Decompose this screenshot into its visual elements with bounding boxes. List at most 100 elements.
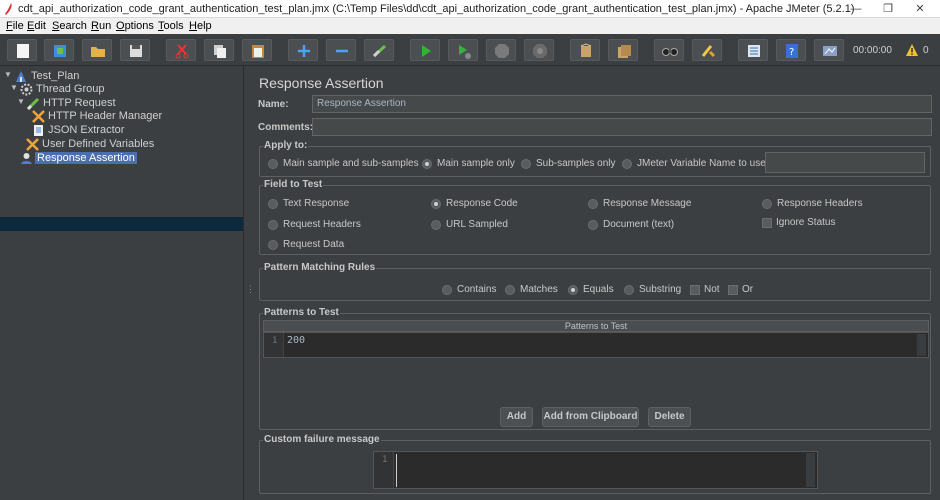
tree-toggle-icon[interactable]: ▼: [4, 70, 12, 79]
shutdown-button[interactable]: [524, 39, 554, 61]
text-caret: [396, 454, 397, 487]
menu-run[interactable]: Run: [91, 20, 111, 32]
stop-button[interactable]: [486, 39, 516, 61]
panel-title: Response Assertion: [259, 75, 384, 91]
start-button[interactable]: [410, 39, 440, 61]
tree-selection-highlight: [0, 217, 243, 231]
patterns-to-test-title: Patterns to Test: [263, 307, 340, 318]
window-titlebar: cdt_api_authorization_code_grant_authent…: [0, 0, 940, 18]
open-button[interactable]: [82, 39, 112, 61]
tree-toggle-icon[interactable]: ▼: [10, 83, 18, 92]
thread-group-icon: [20, 83, 33, 96]
save-button[interactable]: [120, 39, 150, 61]
line-number: 1: [382, 455, 388, 465]
expand-icon: [298, 45, 310, 57]
json-extractor-icon: [34, 125, 43, 136]
header-manager-icon: [32, 110, 45, 123]
test-plan-icon: [16, 71, 26, 82]
reset-search-icon: [701, 45, 716, 58]
cut-icon: [175, 44, 189, 59]
menu-options[interactable]: Options: [116, 20, 154, 32]
paste-icon: [252, 45, 264, 58]
close-icon[interactable]: ✕: [912, 1, 928, 17]
name-field[interactable]: Response Assertion: [312, 95, 932, 113]
svg-text:?: ?: [789, 47, 794, 58]
new-icon: [17, 44, 29, 58]
start-no-pauses-button[interactable]: [448, 39, 478, 61]
apply-to-group: Apply to: Main sample and sub-samples Ma…: [259, 140, 931, 177]
pattern-matching-group: Pattern Matching Rules Contains Matches …: [259, 262, 931, 301]
copy-button[interactable]: [204, 39, 234, 61]
search-icon: [662, 48, 678, 56]
templates-icon: [54, 45, 66, 57]
reset-search-button[interactable]: [692, 39, 722, 61]
apply-to-title: Apply to:: [263, 140, 309, 151]
field-to-test-group: Field to Test Text Response Response Cod…: [259, 179, 931, 255]
minimize-icon[interactable]: —: [848, 1, 864, 17]
toggle-button[interactable]: [364, 39, 394, 61]
start-icon: [422, 45, 431, 57]
expand-all-button[interactable]: [288, 39, 318, 61]
menu-file[interactable]: File: [6, 20, 24, 32]
help-button[interactable]: ?: [776, 39, 806, 61]
warning-count: 0: [923, 45, 929, 56]
delete-button[interactable]: Delete: [648, 407, 691, 427]
toggle-icon: [372, 44, 387, 58]
failure-message-editor[interactable]: 1: [373, 451, 818, 489]
copy-icon: [214, 45, 226, 58]
jmeter-variable-field[interactable]: [765, 152, 925, 173]
window-title: cdt_api_authorization_code_grant_authent…: [18, 3, 855, 15]
collapse-icon: [336, 49, 348, 53]
restore-icon[interactable]: ❐: [880, 1, 896, 17]
patterns-scrollbar[interactable]: [917, 334, 926, 356]
http-request-icon: [27, 97, 40, 110]
function-helper-button[interactable]: [738, 39, 768, 61]
failure-scrollbar[interactable]: [806, 453, 815, 487]
patterns-column-header[interactable]: Patterns to Test: [263, 320, 929, 332]
assertion-icon: [21, 153, 32, 164]
name-label: Name:: [258, 99, 289, 110]
menu-help[interactable]: Help: [189, 20, 212, 32]
menu-tools[interactable]: Tools: [158, 20, 184, 32]
pattern-matching-title: Pattern Matching Rules: [263, 262, 377, 273]
function-helper-icon: [748, 45, 760, 57]
add-button[interactable]: Add: [500, 407, 533, 427]
cut-button[interactable]: [166, 39, 196, 61]
help-icon: ?: [786, 44, 798, 58]
save-icon: [130, 45, 142, 57]
test-plan-tree: ▼ Test_Plan ▼ Thread Group ▼ HTTP Reques…: [0, 66, 244, 500]
comments-label: Comments:: [258, 122, 314, 133]
elapsed-time: 00:00:00: [853, 45, 892, 56]
warning-icon[interactable]: [905, 43, 919, 57]
patterns-editor[interactable]: 1 200: [263, 332, 929, 358]
field-to-test-title: Field to Test: [263, 179, 324, 190]
remote-button[interactable]: [814, 39, 844, 61]
menu-search[interactable]: Search: [52, 20, 87, 32]
search-button[interactable]: [654, 39, 684, 61]
pattern-value[interactable]: 200: [287, 335, 305, 346]
clear-all-button[interactable]: [608, 39, 638, 61]
jmeter-feather-icon: [5, 3, 12, 15]
clear-icon: [580, 43, 592, 57]
clear-all-icon: [618, 45, 631, 58]
variables-icon: [26, 138, 39, 151]
comments-field[interactable]: [312, 118, 932, 136]
start-no-pauses-icon: [459, 45, 471, 59]
add-from-clipboard-button[interactable]: Add from Clipboard: [542, 407, 639, 427]
tree-toggle-icon[interactable]: ▼: [17, 97, 25, 106]
open-icon: [91, 47, 105, 57]
clear-button[interactable]: [570, 39, 600, 61]
new-button[interactable]: [7, 39, 37, 61]
line-number: 1: [272, 336, 278, 346]
custom-failure-title: Custom failure message: [263, 434, 381, 445]
collapse-all-button[interactable]: [326, 39, 356, 61]
menu-bar: File Edit Search Run Options Tools Help: [0, 18, 940, 34]
paste-button[interactable]: [242, 39, 272, 61]
toolbar: ? 00:00:00 0: [0, 34, 940, 66]
menu-edit[interactable]: Edit: [27, 20, 46, 32]
templates-button[interactable]: [44, 39, 74, 61]
shutdown-icon: [533, 44, 547, 58]
remote-icon: [823, 46, 837, 56]
stop-icon: [495, 44, 509, 58]
response-assertion-panel: Response Assertion Name: Response Assert…: [250, 66, 940, 500]
